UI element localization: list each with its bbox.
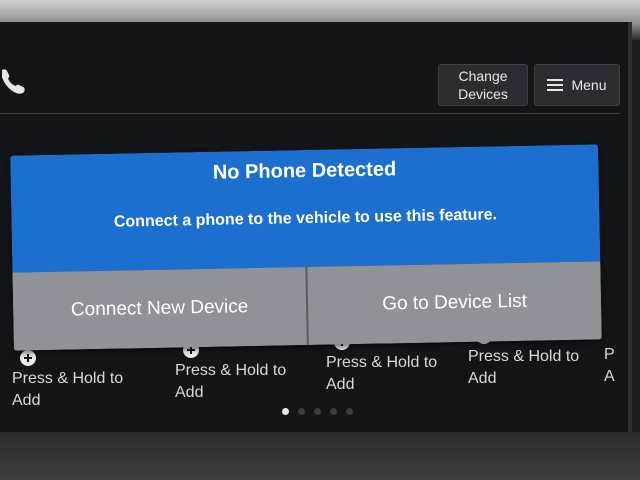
go-to-device-list-button[interactable]: Go to Device List [305,261,602,346]
speed-dial-label: Press & Hold to Add [12,370,124,409]
display-bezel-bottom [0,432,640,480]
dialog-title: No Phone Detected [212,158,397,184]
menu-label: Menu [571,77,607,93]
page-dot-active [282,408,289,415]
dialog-message: Connect a phone to the vehicle to use th… [113,206,498,231]
change-devices-button[interactable]: Change Devices [438,64,528,106]
page-dot [314,408,321,415]
menu-button[interactable]: Menu [534,64,620,106]
hamburger-icon [547,79,564,91]
speed-dial-label: Press & Hold to Add [326,354,438,393]
speed-dial-tile-1[interactable]: Press & Hold to Add [12,350,123,412]
speed-dial-label: P A [604,346,615,385]
speed-dial-label: Press & Hold to Add [468,348,580,387]
page-indicator [282,408,353,415]
dialog-body: No Phone Detected Connect a phone to the… [10,144,601,273]
header-divider [0,113,620,114]
page-dot [298,408,305,415]
dialog-actions: Connect New Device Go to Device List [12,261,602,351]
speed-dial-tile-5[interactable]: P A [604,344,622,388]
connect-new-device-button[interactable]: Connect New Device [12,267,307,351]
speed-dial-tile-2[interactable]: Press & Hold to Add [175,342,286,404]
page-dot [330,408,337,415]
no-phone-dialog: No Phone Detected Connect a phone to the… [10,144,602,351]
speed-dial-label: Press & Hold to Add [175,362,287,401]
phone-icon[interactable] [0,66,30,96]
add-icon [20,350,36,366]
change-devices-label: Change Devices [458,68,508,102]
page-dot [346,408,353,415]
